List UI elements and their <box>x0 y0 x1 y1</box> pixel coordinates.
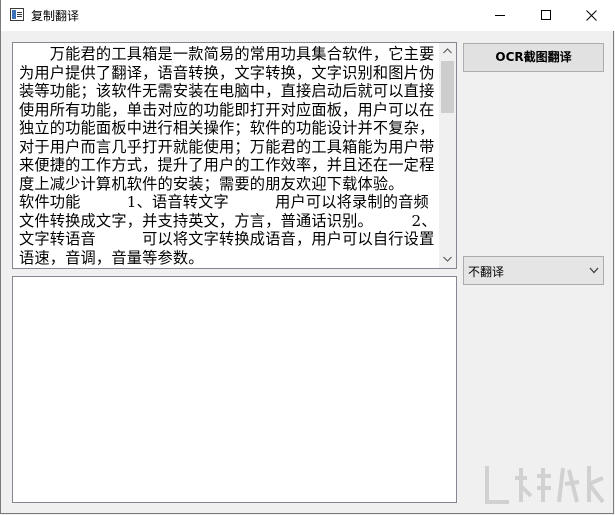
translate-language-select[interactable]: 不翻译 <box>463 256 604 285</box>
scroll-up-button[interactable] <box>439 43 456 60</box>
ocr-screenshot-translate-button[interactable]: OCR截图翻译 <box>463 43 604 72</box>
source-text: 万能君的工具箱是一款简易的常用功具集合软件，它主要为用户提供了翻译，语音转换，文… <box>19 45 437 267</box>
source-text-area[interactable]: 万能君的工具箱是一款简易的常用功具集合软件，它主要为用户提供了翻译，语音转换，文… <box>12 42 457 269</box>
app-window-icon <box>10 8 24 21</box>
chevron-down-icon <box>443 256 452 262</box>
close-icon <box>586 10 597 21</box>
title-bar: 复制翻译 <box>1 0 615 31</box>
app-window: 复制翻译 万能君的工具箱是一款简易的常用功具集合软件，它主要为用户提供了翻译，语… <box>0 0 615 514</box>
scroll-thumb[interactable] <box>441 61 454 113</box>
window-title: 复制翻译 <box>31 9 80 23</box>
minimize-button[interactable] <box>477 0 523 31</box>
close-button[interactable] <box>569 0 615 31</box>
scroll-down-button[interactable] <box>439 251 456 268</box>
maximize-button[interactable] <box>523 0 569 31</box>
vertical-scrollbar[interactable] <box>439 43 456 268</box>
translate-select-value: 不翻译 <box>468 265 505 279</box>
watermark-logo <box>485 466 605 504</box>
result-text-area[interactable] <box>12 276 457 503</box>
chevron-up-icon <box>443 48 452 54</box>
chevron-down-icon <box>589 267 599 274</box>
